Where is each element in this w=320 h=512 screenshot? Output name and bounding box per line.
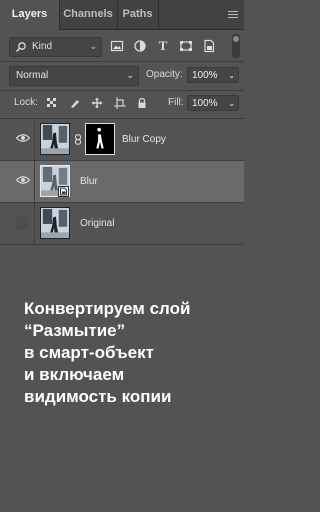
chevron-down-icon: ⌄ [89,41,97,51]
lock-transparent-pixels-icon[interactable] [46,97,58,109]
tutorial-caption: Конвертируем слой “Размытие” в смарт-объ… [24,299,191,406]
search-icon [15,42,26,53]
smart-object-badge-icon [58,186,69,197]
tab-layers[interactable]: Layers [0,0,60,30]
divider [34,203,35,244]
lock-label: Lock: [14,97,38,108]
layer-name[interactable]: Original [80,203,114,244]
layer-name[interactable]: Blur [80,161,98,202]
adjustment-filter-icon[interactable] [133,39,147,53]
fill-label: Fill: [168,97,184,108]
divider [0,61,244,62]
eye-icon[interactable] [16,175,30,185]
lock-position-icon[interactable] [91,97,103,109]
layers-panel: Layers Channels Paths Kind ⌄ T Normal ⌄ … [0,0,244,512]
link-icon[interactable] [74,134,82,145]
blend-mode-label: Normal [16,70,49,81]
fill-field[interactable]: 100% ⌄ [187,95,239,111]
chevron-down-icon[interactable]: ⌄ [228,96,235,112]
layer-row-blur[interactable]: Blur [0,161,244,203]
opacity-label: Opacity: [146,69,183,80]
layer-row-blur-copy[interactable]: Blur Copy [0,119,244,161]
chevron-down-icon[interactable]: ⌄ [228,68,235,84]
chevron-down-icon: ⌄ [126,70,134,80]
eye-icon[interactable] [16,133,30,143]
filter-toggle-switch[interactable] [232,34,240,58]
visibility-toggle[interactable] [16,217,28,229]
layer-thumbnail [40,207,70,239]
type-filter-icon[interactable]: T [156,39,170,53]
opacity-field[interactable]: 100% ⌄ [187,67,239,83]
layer-thumbnail [40,123,70,155]
lock-all-icon[interactable] [136,97,148,109]
filter-kind-select[interactable]: Kind ⌄ [9,37,102,57]
panel-tab-bar: Layers Channels Paths [0,0,244,30]
shape-filter-icon[interactable] [179,39,193,53]
tab-channels[interactable]: Channels [59,0,118,29]
tab-paths[interactable]: Paths [117,0,159,29]
divider [34,119,35,160]
divider [34,161,35,202]
fill-value: 100% [192,98,218,109]
smart-object-filter-icon[interactable] [202,39,216,53]
divider [0,90,244,91]
panel-menu-icon[interactable] [228,11,238,18]
layer-mask-thumbnail[interactable] [85,123,115,155]
opacity-value: 100% [192,70,218,81]
blend-mode-select[interactable]: Normal ⌄ [9,66,139,86]
pixel-filter-icon[interactable] [110,39,124,53]
layer-row-original[interactable]: Original [0,203,244,245]
filter-kind-label: Kind [32,41,53,52]
lock-artboard-icon[interactable] [114,97,126,109]
lock-image-pixels-icon[interactable] [69,97,81,109]
layer-name[interactable]: Blur Copy [122,119,166,160]
